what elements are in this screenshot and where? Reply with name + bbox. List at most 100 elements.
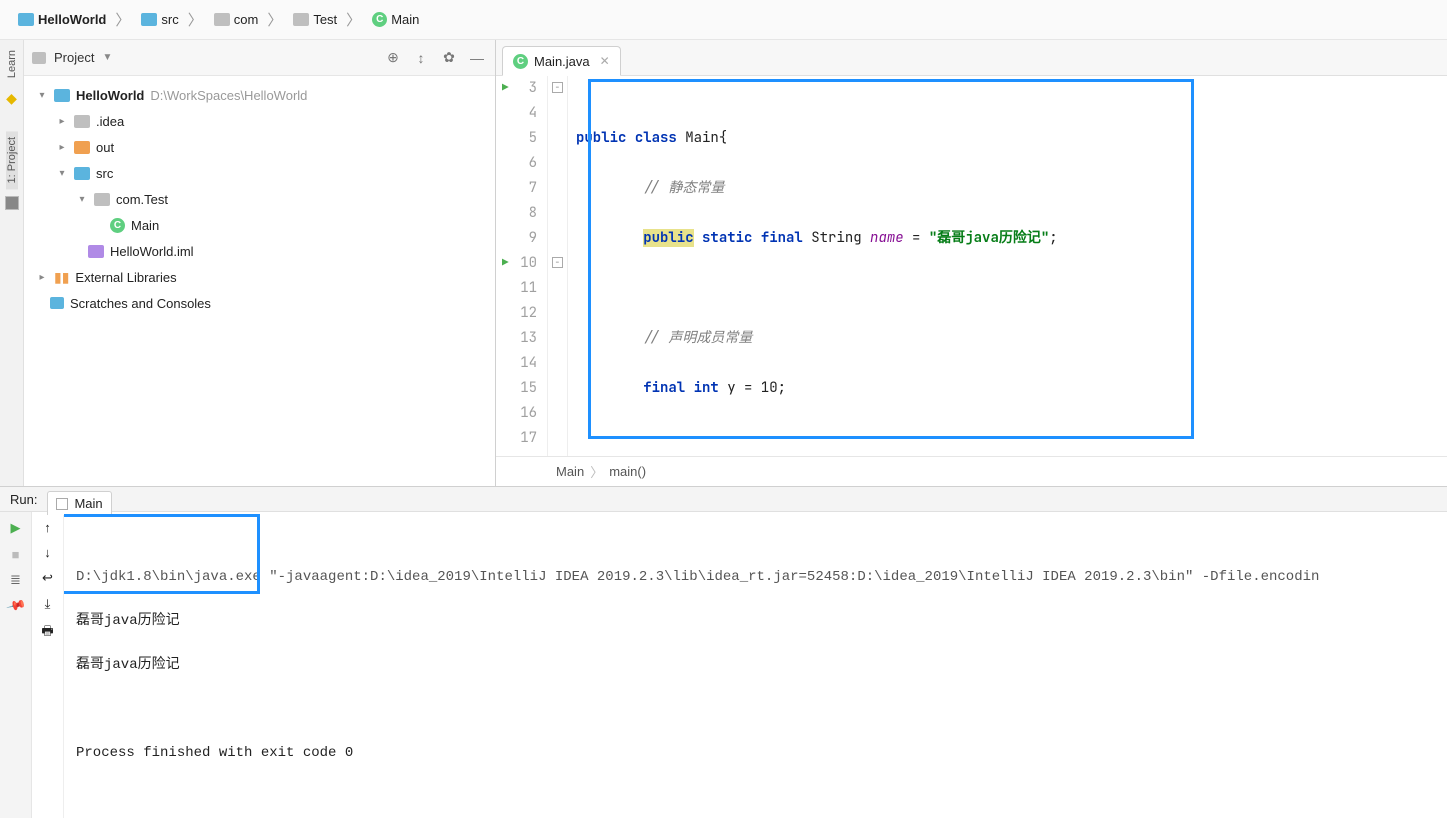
navigation-breadcrumb: HelloWorld 〉 src 〉 com 〉 Test 〉 C Main <box>0 0 1447 40</box>
editor-breadcrumb: Main 〉 main() <box>496 456 1447 486</box>
hide-panel-icon[interactable]: — <box>467 50 487 66</box>
chevron-down-icon[interactable]: ▼ <box>102 52 112 63</box>
run-gutter-icon[interactable]: ▶ <box>502 76 509 101</box>
libraries-icon: ▮▮ <box>54 269 69 286</box>
breadcrumb-item-label: com <box>234 12 259 27</box>
project-view-icon <box>32 52 46 64</box>
close-tab-icon[interactable]: ✕ <box>600 54 610 68</box>
tree-item-label: Main <box>131 218 159 233</box>
tree-root-name: HelloWorld <box>76 88 144 103</box>
console-exit-line: Process finished with exit code 0 <box>76 742 1435 764</box>
fold-icon[interactable]: − <box>552 257 563 268</box>
tree-idea-folder[interactable]: ▸ .idea <box>32 108 495 134</box>
chevron-right-icon: 〉 <box>346 9 361 30</box>
run-label: Run: <box>10 492 37 507</box>
crumb-method[interactable]: main() <box>609 464 646 479</box>
project-panel: Project ▼ ⊕ ↕ ✿ — ▾ HelloWorld D:\WorkSpa… <box>24 40 496 486</box>
structure-icon[interactable] <box>5 196 19 210</box>
tree-external-libraries[interactable]: ▸ ▮▮ External Libraries <box>32 264 495 290</box>
tree-class-main[interactable]: C Main <box>32 212 495 238</box>
breadcrumb-item-label: src <box>161 12 178 27</box>
tree-item-label: out <box>96 140 114 155</box>
tree-root[interactable]: ▾ HelloWorld D:\WorkSpaces\HelloWorld <box>32 82 495 108</box>
folder-icon <box>74 141 90 154</box>
project-panel-header: Project ▼ ⊕ ↕ ✿ — <box>24 40 495 76</box>
fold-icon[interactable]: − <box>552 82 563 93</box>
left-tool-strip: Learn ◆ 1: Project <box>0 40 24 486</box>
project-icon <box>54 89 70 102</box>
crumb-class[interactable]: Main <box>556 464 584 479</box>
breadcrumb-project[interactable]: HelloWorld 〉 <box>14 7 135 33</box>
console-output[interactable]: D:\jdk1.8\bin\java.exe "-javaagent:D:\id… <box>64 512 1447 818</box>
breadcrumb-test[interactable]: Test 〉 <box>289 7 366 33</box>
chevron-right-icon[interactable]: ▸ <box>36 272 48 283</box>
tree-out-folder[interactable]: ▸ out <box>32 134 495 160</box>
print-icon[interactable]: 🖶 <box>41 622 53 644</box>
code-content[interactable]: public class Main{ // 静态常量 public static… <box>568 76 1447 456</box>
tree-item-label: src <box>96 166 113 181</box>
project-icon <box>18 13 34 26</box>
editor-tab-main[interactable]: C Main.java ✕ <box>502 46 621 76</box>
chevron-right-icon: 〉 <box>590 462 603 481</box>
tree-item-label: External Libraries <box>75 270 176 285</box>
console-line: 磊哥java历险记 <box>76 654 1435 676</box>
console-toolbar: ↑ ↓ ↩ ⤓ 🖶 <box>32 512 64 818</box>
line-number-gutter: ▶3 4567 89 ▶10 11121314 151617 <box>496 76 548 456</box>
pin-button[interactable]: 📌 <box>5 595 27 617</box>
soft-wrap-icon[interactable]: ↩ <box>42 570 53 586</box>
class-icon: C <box>372 12 387 27</box>
folder-icon <box>293 13 309 26</box>
fold-gutter: − − <box>548 76 568 456</box>
project-tree: ▾ HelloWorld D:\WorkSpaces\HelloWorld ▸ .… <box>24 76 495 322</box>
chevron-right-icon: 〉 <box>115 9 130 30</box>
run-config-label: Main <box>74 496 102 511</box>
chevron-down-icon[interactable]: ▾ <box>36 90 48 101</box>
run-panel-header: Run: Main <box>0 487 1447 512</box>
learn-tab[interactable]: Learn <box>6 44 18 84</box>
tree-item-label: com.Test <box>116 192 168 207</box>
layout-button[interactable]: ≣ <box>8 572 24 588</box>
project-panel-title[interactable]: Project <box>54 50 94 65</box>
tree-package[interactable]: ▾ com.Test <box>32 186 495 212</box>
breadcrumb-src[interactable]: src 〉 <box>137 7 207 33</box>
locate-icon[interactable]: ⊕ <box>383 49 403 66</box>
editor-tab-bar: C Main.java ✕ <box>496 40 1447 76</box>
learn-icon: ◆ <box>6 90 17 107</box>
breadcrumb-com[interactable]: com 〉 <box>210 7 288 33</box>
project-tool-tab[interactable]: 1: Project <box>6 131 18 189</box>
scratches-icon <box>50 297 64 309</box>
tree-src-folder[interactable]: ▾ src <box>32 160 495 186</box>
chevron-down-icon[interactable]: ▾ <box>76 194 88 205</box>
rerun-button[interactable]: ▶ <box>8 520 24 536</box>
tree-item-label: .idea <box>96 114 124 129</box>
run-config-icon <box>56 498 68 510</box>
collapse-icon[interactable]: ↕ <box>411 50 431 66</box>
chevron-right-icon[interactable]: ▸ <box>56 116 68 127</box>
scroll-to-end-icon[interactable]: ⤓ <box>45 596 51 612</box>
file-icon <box>88 245 104 258</box>
chevron-right-icon: 〉 <box>267 9 282 30</box>
code-editor[interactable]: ▶3 4567 89 ▶10 11121314 151617 − − publi… <box>496 76 1447 456</box>
up-icon[interactable]: ↑ <box>44 520 51 535</box>
folder-icon <box>74 115 90 128</box>
run-toolbar: ▶ ■ ≣ 📌 <box>0 512 32 818</box>
tree-item-label: Scratches and Consoles <box>70 296 211 311</box>
chevron-down-icon[interactable]: ▾ <box>56 168 68 179</box>
breadcrumb-item-label: Main <box>391 12 419 27</box>
tree-scratches[interactable]: Scratches and Consoles <box>32 290 495 316</box>
down-icon[interactable]: ↓ <box>44 545 51 560</box>
tree-iml-file[interactable]: HelloWorld.iml <box>32 238 495 264</box>
breadcrumb-project-label: HelloWorld <box>38 12 106 27</box>
source-folder-icon <box>74 167 90 180</box>
breadcrumb-main[interactable]: C Main <box>368 7 423 33</box>
tree-root-path: D:\WorkSpaces\HelloWorld <box>150 88 307 103</box>
editor-tab-label: Main.java <box>534 54 590 69</box>
gear-icon[interactable]: ✿ <box>439 49 459 66</box>
main-area: Learn ◆ 1: Project Project ▼ ⊕ ↕ ✿ — ▾ H… <box>0 40 1447 486</box>
package-icon <box>94 193 110 206</box>
tree-item-label: HelloWorld.iml <box>110 244 194 259</box>
chevron-right-icon[interactable]: ▸ <box>56 142 68 153</box>
run-gutter-icon[interactable]: ▶ <box>502 251 509 276</box>
run-panel: Run: Main ▶ ■ ≣ 📌 ↑ ↓ ↩ ⤓ 🖶 D:\jdk1.8\bi… <box>0 486 1447 674</box>
stop-button[interactable]: ■ <box>8 546 24 562</box>
